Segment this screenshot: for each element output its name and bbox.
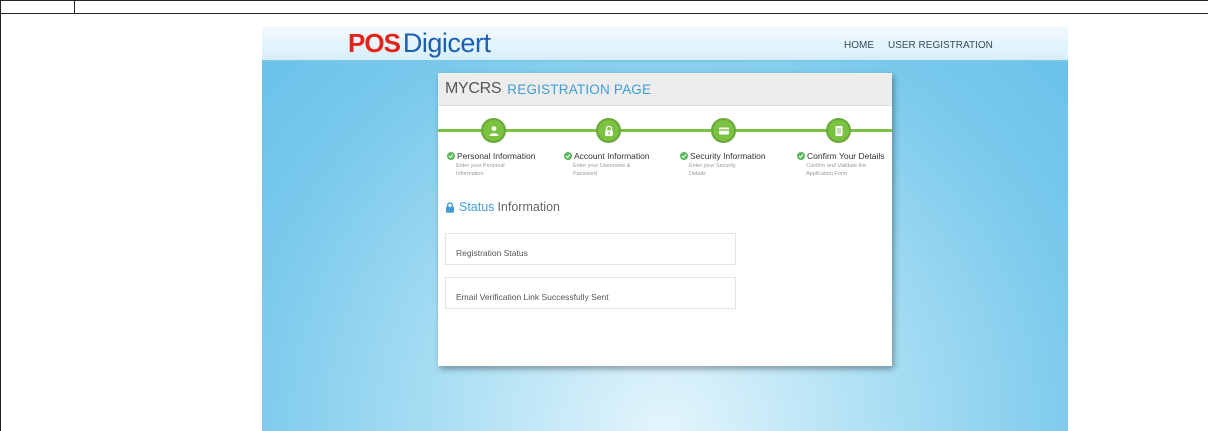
registration-status-box: Registration Status: [445, 233, 736, 265]
step-desc: Enter your Security Details: [689, 163, 736, 177]
pos-digicert-logo[interactable]: POS Digicert: [348, 28, 491, 58]
step-security-title: Security Information: [680, 151, 795, 161]
step-confirm: Confirm Your Details Confirm and Validat…: [797, 151, 912, 178]
step-title-text: Personal Information: [457, 151, 536, 161]
check-icon: [447, 152, 455, 160]
step-title-text: Security Information: [690, 151, 766, 161]
nav-home-link[interactable]: HOME: [844, 40, 874, 51]
frame-divider: [74, 0, 75, 13]
top-navbar: POS Digicert HOME USER REGISTRATION: [262, 26, 1068, 62]
lock-icon: [604, 125, 613, 136]
step-personal-title: Personal Information: [447, 151, 562, 161]
registration-panel: MYCRS REGISTRATION PAGE Personal Informa…: [438, 73, 892, 366]
step-security-circle[interactable]: [711, 118, 736, 143]
check-icon: [564, 152, 572, 160]
document-icon: [835, 125, 842, 136]
frame-border-top: [0, 0, 1208, 1]
page-subtitle: REGISTRATION PAGE: [507, 81, 652, 97]
check-icon: [797, 152, 805, 160]
step-security: Security Information Enter your Security…: [680, 151, 795, 178]
step-desc: Enter your Username & Password: [573, 163, 631, 177]
status-heading-gray: Information: [497, 200, 560, 214]
status-message-box: Email Verification Link Successfully Sen…: [445, 277, 736, 309]
status-heading: Status Information: [445, 200, 560, 214]
step-account-title: Account Information: [564, 151, 679, 161]
progress-line: [438, 129, 892, 132]
step-personal-circle[interactable]: [481, 118, 506, 143]
panel-header: MYCRS REGISTRATION PAGE: [438, 73, 892, 106]
status-heading-blue: Status: [459, 200, 495, 214]
logo-digicert-text: Digicert: [402, 28, 491, 58]
step-title-text: Confirm Your Details: [807, 151, 885, 161]
frame-row-border: [0, 13, 1208, 14]
screenshot: POS Digicert HOME USER REGISTRATION MYCR…: [262, 26, 1068, 431]
check-icon: [680, 152, 688, 160]
progress-steps: Personal Information Enter your Personal…: [438, 106, 892, 185]
step-desc: Confirm and Validate the Application For…: [806, 163, 867, 177]
logo-pos-text: POS: [348, 28, 401, 58]
step-desc: Enter your Personal Information: [456, 163, 505, 177]
step-confirm-title: Confirm Your Details: [797, 151, 912, 161]
step-account: Account Information Enter your Username …: [564, 151, 679, 178]
frame-border-left: [0, 0, 1, 431]
user-icon: [489, 125, 498, 136]
step-title-text: Account Information: [574, 151, 650, 161]
page-title: MYCRS: [445, 80, 502, 97]
step-account-circle[interactable]: [596, 118, 621, 143]
nav-user-registration-link[interactable]: USER REGISTRATION: [888, 40, 993, 51]
step-personal: Personal Information Enter your Personal…: [447, 151, 562, 178]
padlock-icon: [445, 201, 455, 213]
step-confirm-circle[interactable]: [826, 118, 851, 143]
card-icon: [718, 127, 729, 134]
